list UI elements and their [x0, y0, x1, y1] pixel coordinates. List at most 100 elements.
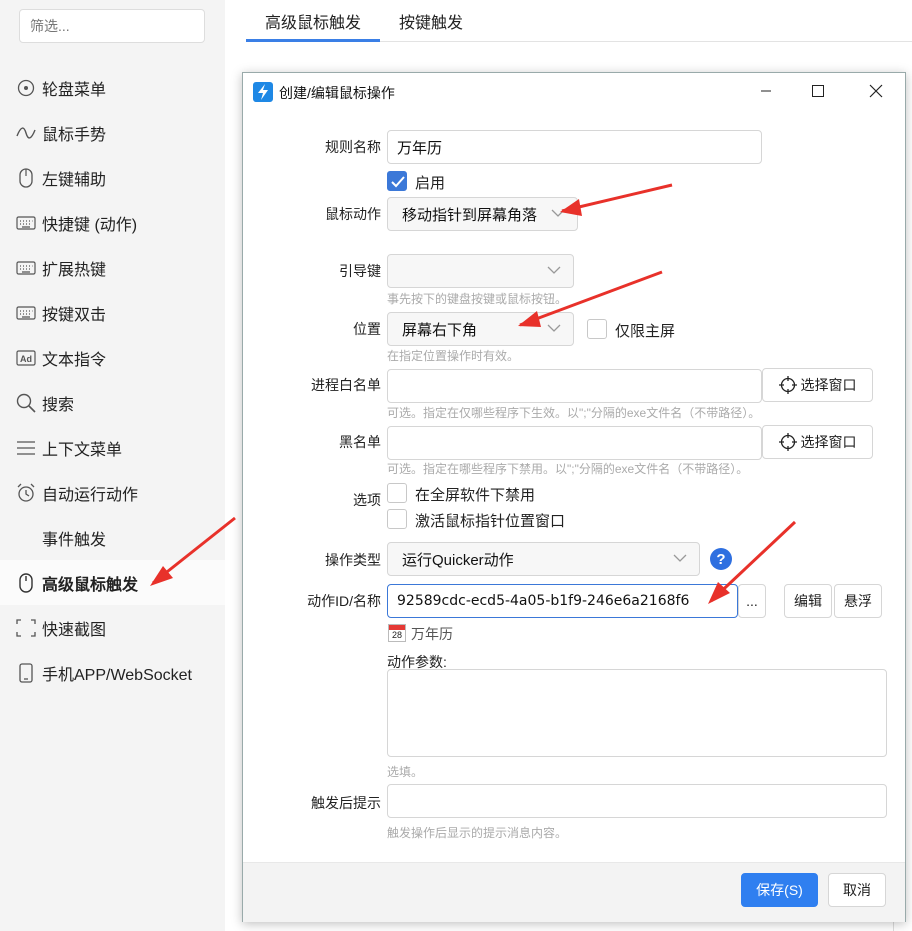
after-trigger-tip-label: 触发后提示 — [311, 795, 381, 811]
options-label: 选项 — [353, 492, 381, 508]
activate-window-checkbox[interactable] — [387, 509, 407, 529]
sidebar-item-label: 自动运行动作 — [42, 486, 139, 504]
sidebar-item-label: 扩展热键 — [42, 261, 107, 279]
sidebar-item-label: 快捷键 (动作) — [42, 216, 138, 234]
sidebar-item-label: 轮盘菜单 — [42, 81, 107, 99]
guide-key-label: 引导键 — [339, 263, 381, 279]
chevron-down-icon — [547, 324, 561, 332]
blacklist-hint: 可选。指定在哪些程序下禁用。以";"分隔的exe文件名（不带路径）。 — [387, 462, 749, 476]
sidebar-item-label: 手机APP/WebSocket — [42, 666, 192, 684]
whitelist-label: 进程白名单 — [311, 377, 381, 393]
mouse-action-select[interactable]: 移动指针到屏幕角落 — [387, 197, 578, 231]
sidebar-item-quick-screenshot[interactable]: 快速截图 — [0, 605, 225, 650]
event-icon — [16, 528, 36, 548]
minimize-button[interactable] — [751, 79, 781, 103]
dialog-title: 创建/编辑鼠标操作 — [279, 85, 395, 101]
action-id-input[interactable]: 92589cdc-ecd5-4a05-b1f9-246e6a2168f6 — [387, 584, 738, 618]
sidebar-item-label: 高级鼠标触发 — [42, 576, 139, 594]
primary-screen-only-label: 仅限主屏 — [615, 323, 676, 340]
operation-type-select[interactable]: 运行Quicker动作 — [387, 542, 700, 576]
close-icon — [869, 84, 883, 98]
blacklist-input[interactable] — [387, 426, 762, 460]
ad-icon: Ad — [16, 348, 36, 368]
sidebar-item-label: 上下文菜单 — [42, 441, 123, 459]
search-icon — [16, 393, 36, 413]
blacklist-select-window-button[interactable]: 选择窗口 — [762, 425, 873, 459]
action-more-button[interactable]: ... — [738, 584, 766, 618]
sidebar-item-wheel-menu[interactable]: 轮盘菜单 — [0, 65, 225, 110]
sidebar-item-extended-hotkey[interactable]: 扩展热键 — [0, 245, 225, 290]
chevron-down-icon — [673, 554, 687, 562]
tab-advanced-mouse-trigger[interactable]: 高级鼠标触发 — [246, 0, 381, 42]
whitelist-input[interactable] — [387, 369, 762, 403]
sidebar-item-key-double-click[interactable]: 按键双击 — [0, 290, 225, 335]
blacklist-label: 黑名单 — [339, 434, 381, 450]
float-action-button[interactable]: 悬浮 — [834, 584, 882, 618]
mouse-action-value: 移动指针到屏幕角落 — [402, 206, 538, 224]
cancel-button[interactable]: 取消 — [828, 873, 886, 907]
sidebar-item-hotkey-action[interactable]: 快捷键 (动作) — [0, 200, 225, 245]
guide-key-select[interactable] — [387, 254, 574, 288]
filter-input[interactable] — [19, 9, 205, 43]
sidebar-item-label: 搜索 — [42, 396, 75, 414]
sidebar-item-search[interactable]: 搜索 — [0, 380, 225, 425]
svg-text:Ad: Ad — [20, 354, 32, 364]
keyboard-icon — [16, 303, 36, 323]
help-icon[interactable]: ? — [710, 548, 732, 570]
sidebar-nav: 轮盘菜单 鼠标手势 左键辅助 快捷键 (动作) 扩展热键 按键双击 Ad 文本指… — [0, 65, 225, 695]
position-hint: 在指定位置操作时有效。 — [387, 349, 520, 363]
enabled-checkbox[interactable] — [387, 171, 407, 191]
primary-screen-only-checkbox[interactable] — [587, 319, 607, 339]
guide-key-hint: 事先按下的键盘按键或鼠标按钮。 — [387, 292, 568, 306]
position-label: 位置 — [353, 321, 381, 337]
sidebar-item-label: 鼠标手势 — [42, 126, 107, 144]
sidebar-item-event-trigger[interactable]: 事件触发 — [0, 515, 225, 560]
maximize-button[interactable] — [803, 79, 833, 103]
disable-fullscreen-checkbox[interactable] — [387, 483, 407, 503]
gesture-icon — [16, 123, 36, 143]
action-name: 万年历 — [411, 626, 453, 642]
whitelist-select-window-button[interactable]: 选择窗口 — [762, 368, 873, 402]
after-trigger-tip-hint: 触发操作后显示的提示消息内容。 — [387, 826, 568, 840]
action-params-textarea[interactable] — [387, 669, 887, 757]
operation-type-value: 运行Quicker动作 — [402, 551, 514, 569]
mouse-icon — [16, 167, 36, 188]
sidebar-item-label: 快速截图 — [42, 621, 107, 639]
disable-fullscreen-label: 在全屏软件下禁用 — [415, 487, 536, 504]
sidebar-item-label: 左键辅助 — [42, 171, 107, 189]
position-select[interactable]: 屏幕右下角 — [387, 312, 574, 346]
after-trigger-tip-input[interactable] — [387, 784, 887, 818]
screenshot-icon — [16, 618, 36, 638]
sidebar-item-mobile-app[interactable]: 手机APP/WebSocket — [0, 650, 225, 695]
sidebar: 轮盘菜单 鼠标手势 左键辅助 快捷键 (动作) 扩展热键 按键双击 Ad 文本指… — [0, 0, 225, 931]
tab-key-trigger[interactable]: 按键触发 — [380, 0, 482, 42]
crosshair-icon — [778, 433, 797, 451]
save-button[interactable]: 保存(S) — [741, 873, 818, 907]
sidebar-item-mouse-gesture[interactable]: 鼠标手势 — [0, 110, 225, 155]
sidebar-item-text-command[interactable]: Ad 文本指令 — [0, 335, 225, 380]
position-value: 屏幕右下角 — [402, 321, 478, 339]
sidebar-item-auto-run[interactable]: 自动运行动作 — [0, 470, 225, 515]
edit-action-button[interactable]: 编辑 — [784, 584, 832, 618]
chevron-down-icon — [547, 266, 561, 274]
sidebar-item-advanced-mouse-trigger[interactable]: 高级鼠标触发 — [0, 560, 225, 605]
phone-icon — [16, 662, 36, 683]
sidebar-item-label: 事件触发 — [42, 531, 107, 549]
close-button[interactable] — [861, 79, 891, 103]
rule-name-input[interactable]: 万年历 — [387, 130, 762, 164]
chevron-down-icon — [551, 209, 565, 217]
enabled-label: 启用 — [415, 175, 446, 192]
alarm-icon — [16, 483, 36, 503]
quicker-logo-icon — [253, 82, 273, 102]
activate-window-label: 激活鼠标指针位置窗口 — [415, 513, 566, 530]
mouse-icon — [16, 572, 36, 593]
rule-name-label: 规则名称 — [325, 139, 381, 155]
whitelist-hint: 可选。指定在仅哪些程序下生效。以";"分隔的exe文件名（不带路径）。 — [387, 406, 761, 420]
tab-bar: 高级鼠标触发 按键触发 — [246, 0, 912, 42]
action-params-hint: 选填。 — [387, 765, 424, 779]
sidebar-item-left-click-assist[interactable]: 左键辅助 — [0, 155, 225, 200]
sidebar-item-context-menu[interactable]: 上下文菜单 — [0, 425, 225, 470]
keyboard-icon — [16, 213, 36, 233]
calendar-day: 28 — [391, 630, 402, 640]
edit-mouse-operation-dialog: 创建/编辑鼠标操作 规则名称 万年历 启用 鼠标动作 移动指针到屏幕角落 引导键… — [242, 72, 906, 922]
